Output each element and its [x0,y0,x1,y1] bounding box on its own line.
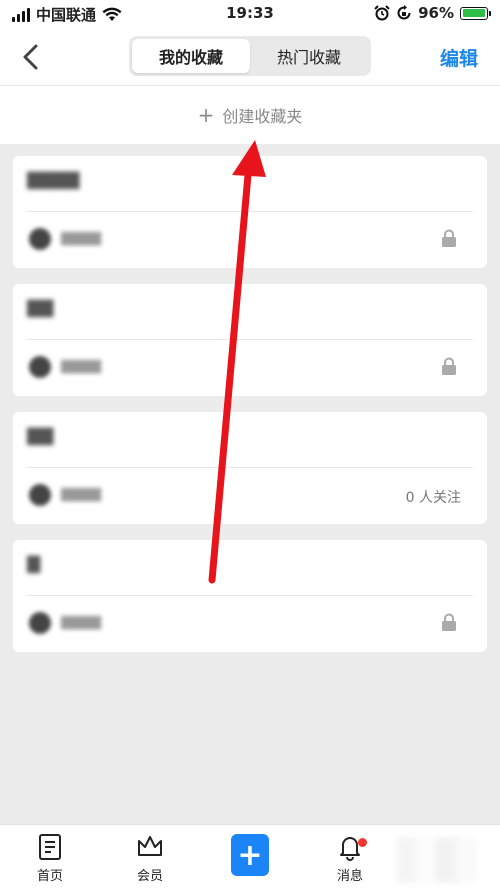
battery-fill [462,9,485,17]
plus-icon: + [197,103,215,127]
orientation-lock-icon [397,5,411,20]
lock-icon [442,229,456,247]
collection-title-redacted: ▇▇▇▇ [27,170,80,190]
navigation-header: 我的收藏 热门收藏 编辑 [0,28,500,86]
alarm-icon [374,5,390,21]
plus-icon: + [237,837,263,873]
redacted-area [396,837,476,883]
crown-icon [138,836,162,856]
back-chevron-icon[interactable] [18,42,46,72]
owner-name-redacted: ▇▇▇▇ [61,359,101,374]
add-button[interactable]: + [231,834,269,876]
annotation-arrow [208,140,266,584]
battery-icon [460,6,491,20]
bell-icon [340,837,360,861]
owner-name-redacted: ▇▇▇▇ [61,487,101,502]
owner-name-redacted: ▇▇▇▇ [61,231,101,246]
home-icon [39,834,61,860]
status-right: 96% [374,4,491,22]
collection-title-redacted: ▇ [27,554,41,574]
status-bar: 中国联通 19:33 96% [0,0,500,28]
owner-name-redacted: ▇▇▇▇ [61,615,101,630]
collection-title-redacted: ▇▇ [27,298,54,318]
tab-my-favorites[interactable]: 我的收藏 [132,39,250,73]
segmented-control: 我的收藏 热门收藏 [129,36,371,76]
tab-messages[interactable]: 消息 [320,833,380,884]
tab-messages-label: 消息 [336,869,363,884]
avatar [29,612,51,634]
notification-badge [358,838,367,847]
bottom-tab-bar: 首页 会员 + 消息 [0,824,500,889]
battery-percent: 96% [418,4,454,22]
tab-member[interactable]: 会员 [120,833,180,884]
follower-count: 0 人关注 [405,490,461,506]
divider [27,595,473,596]
avatar [29,228,51,250]
create-collection-label: 创建收藏夹 [222,107,303,126]
edit-button[interactable]: 编辑 [440,44,478,71]
tab-hot-favorites[interactable]: 热门收藏 [250,39,368,73]
tab-home-label: 首页 [36,869,63,884]
avatar [29,484,51,506]
avatar [29,356,51,378]
collection-title-redacted: ▇▇ [27,426,54,446]
lock-icon [442,613,456,631]
tab-member-label: 会员 [136,869,163,884]
lock-icon [442,357,456,375]
tab-home[interactable]: 首页 [20,833,80,884]
